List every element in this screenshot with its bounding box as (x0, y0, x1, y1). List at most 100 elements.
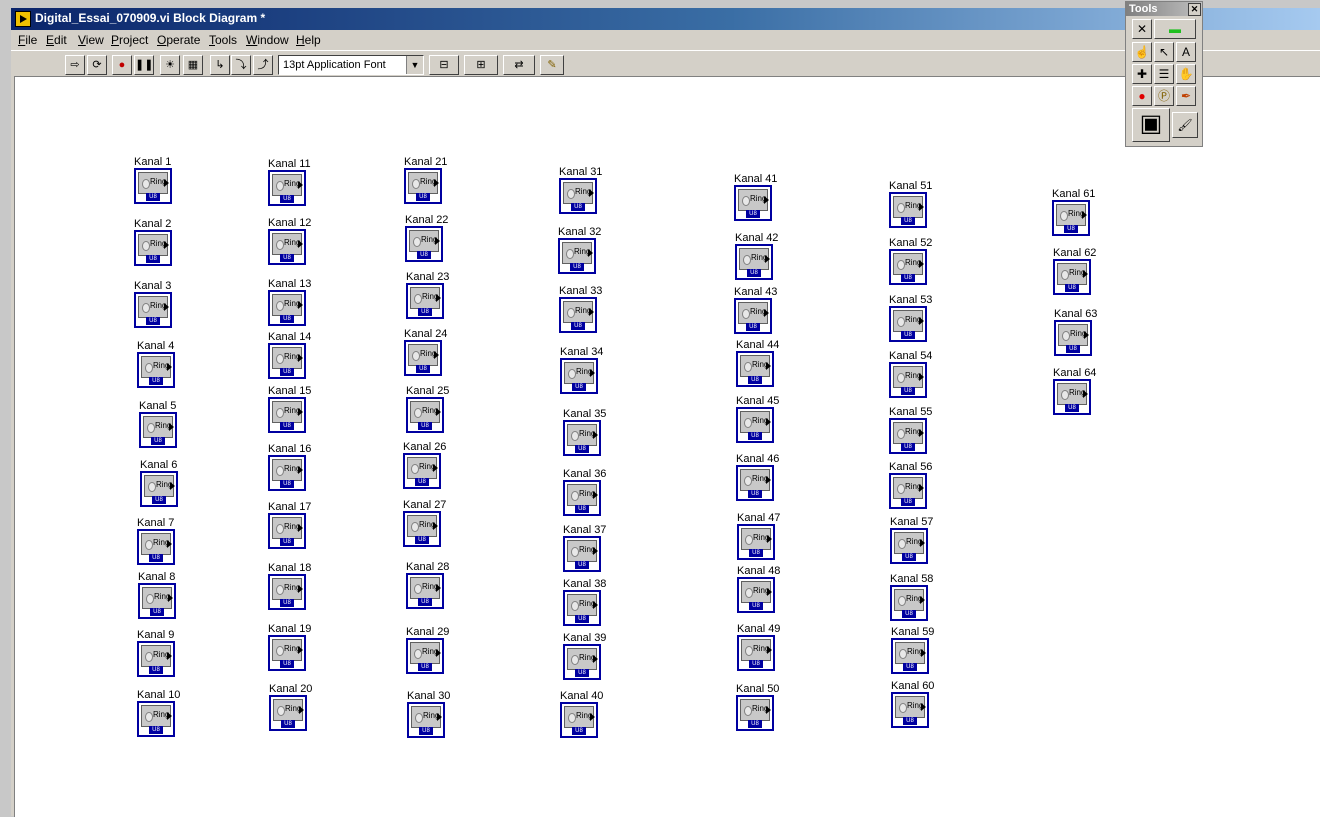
text-settings-select[interactable]: 13pt Application Font ▼ (278, 55, 424, 75)
highlight-execution-icon[interactable]: ☀ (160, 55, 180, 75)
ring-terminal[interactable]: Ring U8 (1052, 200, 1090, 236)
terminal-label[interactable]: Kanal 15 (268, 385, 311, 397)
terminal-label[interactable]: Kanal 56 (889, 461, 932, 473)
ring-terminal[interactable]: Ring U8 (890, 585, 928, 621)
ring-terminal[interactable]: Ring U8 (558, 238, 596, 274)
terminal-label[interactable]: Kanal 42 (735, 232, 778, 244)
terminal-label[interactable]: Kanal 52 (889, 237, 932, 249)
tools-palette[interactable]: Tools ✕ ✕ ▬ ☝ ↖ A ✚ ☰ ✋ ● Ⓟ ✒ ▣ 🖌 (1125, 1, 1203, 147)
ring-terminal[interactable]: Ring U8 (268, 455, 306, 491)
terminal-label[interactable]: Kanal 6 (140, 459, 177, 471)
retain-wire-values-icon[interactable]: ▦ (183, 55, 203, 75)
ring-terminal[interactable]: Ring U8 (138, 583, 176, 619)
ring-terminal[interactable]: Ring U8 (563, 644, 601, 680)
ring-terminal[interactable]: Ring U8 (889, 473, 927, 509)
pause-icon[interactable]: ❚❚ (134, 55, 154, 75)
terminal-label[interactable]: Kanal 44 (736, 339, 779, 351)
ring-terminal[interactable]: Ring U8 (563, 536, 601, 572)
get-color-tool-icon[interactable]: ✒ (1176, 86, 1196, 106)
ring-terminal[interactable]: Ring U8 (734, 185, 772, 221)
menu-edit[interactable]: Edit (46, 33, 67, 47)
run-continuously-icon[interactable]: ⟳ (87, 55, 107, 75)
terminal-label[interactable]: Kanal 10 (137, 689, 180, 701)
ring-terminal[interactable]: Ring U8 (889, 192, 927, 228)
terminal-label[interactable]: Kanal 36 (563, 468, 606, 480)
terminal-label[interactable]: Kanal 29 (406, 626, 449, 638)
menu-help[interactable]: Help (296, 33, 321, 47)
ring-terminal[interactable]: Ring U8 (268, 513, 306, 549)
ring-terminal[interactable]: Ring U8 (890, 528, 928, 564)
terminal-label[interactable]: Kanal 4 (137, 340, 174, 352)
ring-terminal[interactable]: Ring U8 (406, 397, 444, 433)
terminal-label[interactable]: Kanal 38 (563, 578, 606, 590)
ring-terminal[interactable]: Ring U8 (406, 283, 444, 319)
terminal-label[interactable]: Kanal 22 (405, 214, 448, 226)
ring-terminal[interactable]: Ring U8 (736, 407, 774, 443)
terminal-label[interactable]: Kanal 57 (890, 516, 933, 528)
step-out-icon[interactable]: ⤴ (253, 55, 273, 75)
terminal-label[interactable]: Kanal 33 (559, 285, 602, 297)
terminal-label[interactable]: Kanal 18 (268, 562, 311, 574)
scroll-window-tool-icon[interactable]: ✋ (1176, 64, 1196, 84)
terminal-label[interactable]: Kanal 49 (737, 623, 780, 635)
terminal-label[interactable]: Kanal 26 (403, 441, 446, 453)
ring-terminal[interactable]: Ring U8 (137, 641, 175, 677)
ring-terminal[interactable]: Ring U8 (140, 471, 178, 507)
ring-terminal[interactable]: Ring U8 (560, 358, 598, 394)
ring-terminal[interactable]: Ring U8 (403, 511, 441, 547)
paintbrush-tool-icon[interactable]: 🖌 (1172, 112, 1198, 138)
ring-terminal[interactable]: Ring U8 (268, 635, 306, 671)
abort-icon[interactable]: ● (112, 55, 132, 75)
menu-operate[interactable]: Operate (157, 33, 200, 47)
ring-terminal[interactable]: Ring U8 (137, 529, 175, 565)
terminal-label[interactable]: Kanal 7 (137, 517, 174, 529)
ring-terminal[interactable]: Ring U8 (268, 574, 306, 610)
object-shortcut-menu-tool-icon[interactable]: ☰ (1154, 64, 1174, 84)
ring-terminal[interactable]: Ring U8 (559, 297, 597, 333)
ring-terminal[interactable]: Ring U8 (268, 343, 306, 379)
ring-terminal[interactable]: Ring U8 (134, 230, 172, 266)
terminal-label[interactable]: Kanal 1 (134, 156, 171, 168)
ring-terminal[interactable]: Ring U8 (1053, 379, 1091, 415)
ring-terminal[interactable]: Ring U8 (737, 524, 775, 560)
ring-terminal[interactable]: Ring U8 (268, 397, 306, 433)
ring-terminal[interactable]: Ring U8 (889, 306, 927, 342)
terminal-label[interactable]: Kanal 45 (736, 395, 779, 407)
terminal-label[interactable]: Kanal 24 (404, 328, 447, 340)
terminal-label[interactable]: Kanal 63 (1054, 308, 1097, 320)
terminal-label[interactable]: Kanal 5 (139, 400, 176, 412)
terminal-label[interactable]: Kanal 28 (406, 561, 449, 573)
ring-terminal[interactable]: Ring U8 (137, 701, 175, 737)
close-icon[interactable]: ✕ (1188, 3, 1201, 16)
ring-terminal[interactable]: Ring U8 (405, 226, 443, 262)
ring-terminal[interactable]: Ring U8 (268, 229, 306, 265)
terminal-label[interactable]: Kanal 9 (137, 629, 174, 641)
ring-terminal[interactable]: Ring U8 (407, 702, 445, 738)
ring-terminal[interactable]: Ring U8 (563, 480, 601, 516)
terminal-label[interactable]: Kanal 21 (404, 156, 447, 168)
step-over-icon[interactable]: ⤵ (231, 55, 251, 75)
connect-wire-tool-icon[interactable]: ✚ (1132, 64, 1152, 84)
clean-up-diagram-icon[interactable]: ✎ (540, 55, 564, 75)
terminal-label[interactable]: Kanal 13 (268, 278, 311, 290)
terminal-label[interactable]: Kanal 53 (889, 294, 932, 306)
ring-terminal[interactable]: Ring U8 (889, 362, 927, 398)
menu-project[interactable]: Project (111, 33, 148, 47)
terminal-label[interactable]: Kanal 25 (406, 385, 449, 397)
terminal-label[interactable]: Kanal 11 (268, 158, 311, 170)
ring-terminal[interactable]: Ring U8 (737, 577, 775, 613)
ring-terminal[interactable]: Ring U8 (268, 170, 306, 206)
terminal-label[interactable]: Kanal 20 (269, 683, 312, 695)
terminal-label[interactable]: Kanal 27 (403, 499, 446, 511)
ring-terminal[interactable]: Ring U8 (563, 590, 601, 626)
distribute-objects-icon[interactable]: ⊞ (464, 55, 498, 75)
block-diagram-canvas[interactable]: Kanal 1 Ring U8 Kanal 2 Ring U8 Kanal 3 Ring U8 K… (14, 76, 1320, 817)
terminal-label[interactable]: Kanal 64 (1053, 367, 1096, 379)
terminal-label[interactable]: Kanal 17 (268, 501, 311, 513)
terminal-label[interactable]: Kanal 35 (563, 408, 606, 420)
ring-terminal[interactable]: Ring U8 (889, 249, 927, 285)
terminal-label[interactable]: Kanal 3 (134, 280, 171, 292)
terminal-label[interactable]: Kanal 32 (558, 226, 601, 238)
ring-terminal[interactable]: Ring U8 (1054, 320, 1092, 356)
align-objects-icon[interactable]: ⊟ (429, 55, 459, 75)
